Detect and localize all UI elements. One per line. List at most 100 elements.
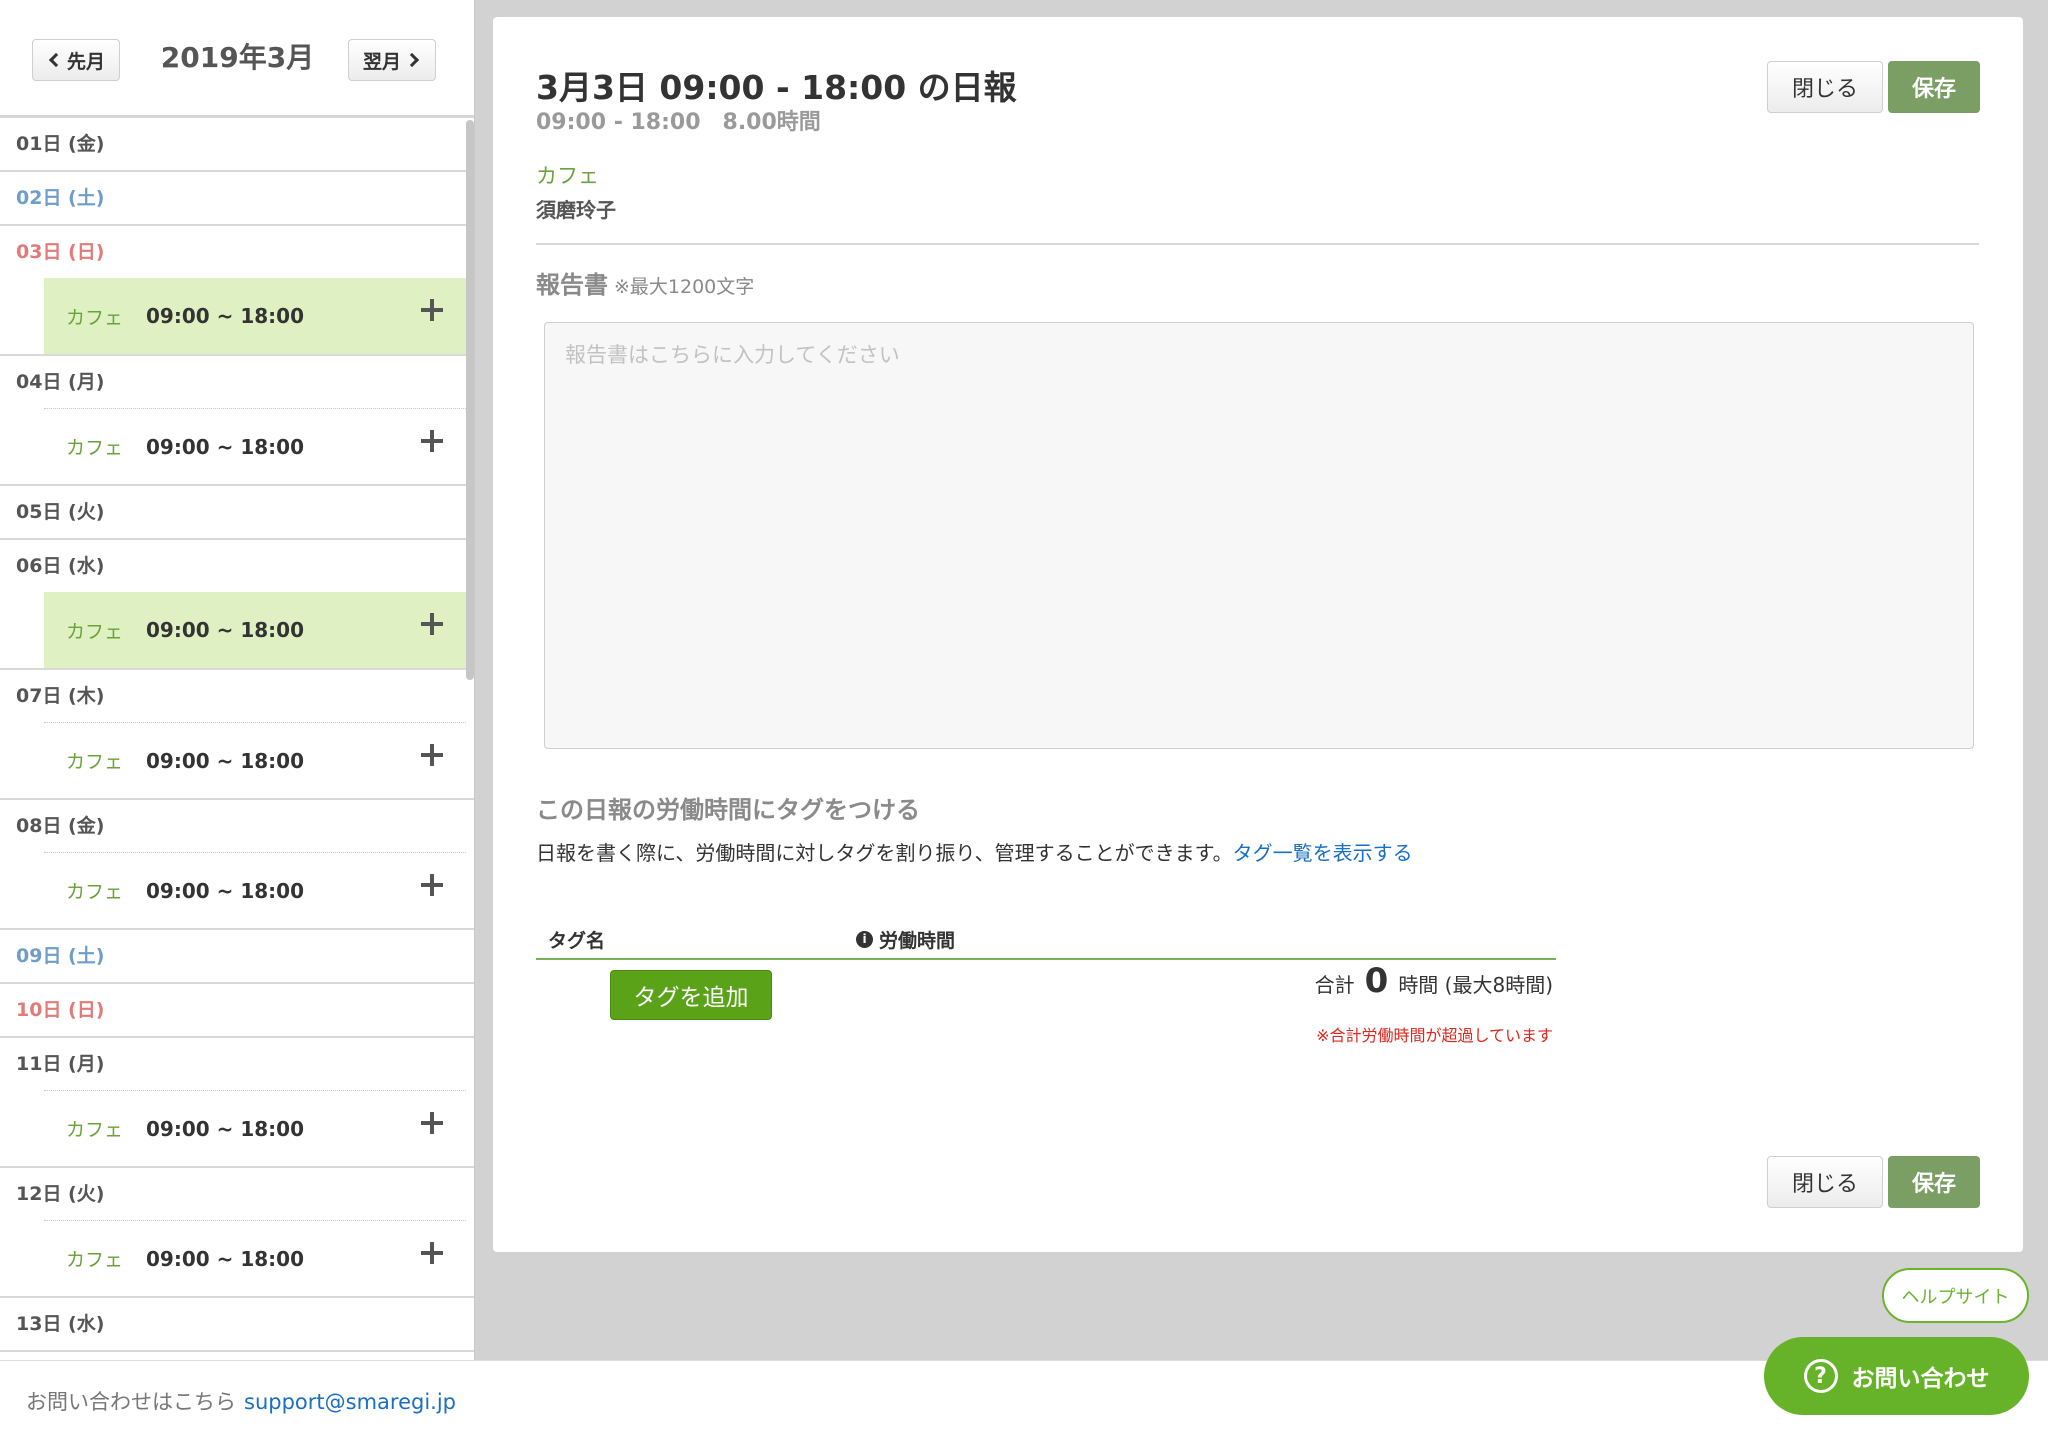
contact-button[interactable]: ? お問い合わせ	[1764, 1337, 2029, 1415]
shift-store: カフェ	[66, 1249, 124, 1271]
day-row: 05日 (火)	[0, 486, 474, 540]
shift-item[interactable]: カフェ 09:00 ~ 18:00	[44, 1220, 466, 1296]
report-label-text: 報告書	[536, 271, 608, 299]
shift-item[interactable]: カフェ 09:00 ~ 18:00	[44, 592, 466, 668]
working-hours-column-label: 労働時間	[879, 930, 956, 952]
close-button-bottom[interactable]: 閉じる	[1767, 1156, 1883, 1208]
prev-month-label: 先月	[67, 50, 106, 73]
shift-item[interactable]: カフェ 09:00 ~ 18:00	[44, 1090, 466, 1166]
shift-time: 09:00 ~ 18:00	[146, 618, 305, 642]
tag-description-text: 日報を書く際に、労働時間に対しタグを割り振り、管理することができます。	[536, 841, 1233, 865]
day-label: 03日 (日)	[16, 241, 105, 263]
day-label: 12日 (火)	[16, 1183, 105, 1205]
question-icon: ?	[1803, 1359, 1838, 1393]
save-button-top[interactable]: 保存	[1888, 61, 1980, 113]
day-row: 01日 (金)	[0, 118, 474, 172]
day-label: 09日 (土)	[16, 945, 105, 967]
save-button-bottom[interactable]: 保存	[1888, 1156, 1980, 1208]
tag-table-header: タグ名 i 労働時間	[536, 914, 1556, 960]
day-label: 11日 (月)	[16, 1053, 105, 1075]
day-row: 03日 (日) カフェ 09:00 ~ 18:00	[0, 226, 474, 356]
total-value: 0	[1364, 961, 1389, 1001]
help-site-button[interactable]: ヘルプサイト	[1882, 1268, 2029, 1323]
next-month-label: 翌月	[363, 50, 402, 73]
close-button-top[interactable]: 閉じる	[1767, 61, 1883, 113]
calendar-sidebar: 先月 2019年3月 翌月 01日 (金) 02日 (土) 03日 (日) カフェ 09…	[0, 0, 475, 1360]
plus-icon[interactable]	[420, 743, 444, 767]
shift-time: 09:00 ~ 18:00	[146, 1246, 305, 1271]
day-row: 08日 (金) カフェ 09:00 ~ 18:00	[0, 800, 474, 930]
day-label: 10日 (日)	[16, 999, 105, 1021]
support-email-link[interactable]: support@smaregi.jp	[244, 1390, 456, 1414]
day-label: 07日 (木)	[16, 685, 105, 707]
day-row: 13日 (水)	[0, 1298, 474, 1352]
day-row: 12日 (火) カフェ 09:00 ~ 18:00	[0, 1168, 474, 1298]
total-unit: 時間 (最大8時間)	[1398, 973, 1553, 997]
day-row: 10日 (日)	[0, 984, 474, 1038]
next-month-button[interactable]: 翌月	[348, 39, 437, 81]
plus-icon[interactable]	[420, 429, 444, 453]
footer: お問い合わせはこちら support@smaregi.jp	[0, 1360, 2048, 1429]
footer-contact-label: お問い合わせはこちら	[26, 1390, 236, 1414]
contact-label: お問い合わせ	[1851, 1366, 1990, 1392]
store-name: カフェ	[536, 164, 599, 188]
day-row: 07日 (木) カフェ 09:00 ~ 18:00	[0, 670, 474, 800]
day-label: 04日 (月)	[16, 371, 105, 393]
shift-store: カフェ	[66, 751, 124, 773]
total-label: 合計	[1314, 973, 1355, 997]
shift-time: 09:00 ~ 18:00	[146, 304, 305, 328]
shift-item[interactable]: カフェ 09:00 ~ 18:00	[44, 722, 466, 798]
report-time-summary: 09:00 - 18:00 8.00時間	[536, 110, 821, 135]
day-row: 09日 (土)	[0, 930, 474, 984]
report-char-limit-note: ※最大1200文字	[614, 276, 755, 298]
working-hours-column: i 労働時間	[856, 926, 955, 953]
plus-icon[interactable]	[420, 1111, 444, 1135]
shift-time: 09:00 ~ 18:00	[146, 878, 305, 903]
day-row: 06日 (水) カフェ 09:00 ~ 18:00	[0, 540, 474, 670]
tag-section-heading: この日報の労働時間にタグをつける	[536, 796, 920, 824]
prev-month-button[interactable]: 先月	[32, 39, 121, 81]
footer-contact-text: お問い合わせはこちら support@smaregi.jp	[26, 1386, 456, 1416]
day-row: 11日 (月) カフェ 09:00 ~ 18:00	[0, 1038, 474, 1168]
divider	[536, 243, 1979, 245]
chevron-right-icon	[404, 52, 420, 68]
day-row: 04日 (月) カフェ 09:00 ~ 18:00	[0, 356, 474, 486]
tag-section-description: 日報を書く際に、労働時間に対しタグを割り振り、管理することができます。タグ一覧を…	[536, 837, 1413, 866]
day-label: 06日 (水)	[16, 555, 105, 577]
shift-time: 09:00 ~ 18:00	[146, 434, 305, 459]
month-title: 2019年3月	[160, 41, 315, 74]
staff-name: 須磨玲子	[536, 198, 616, 222]
tag-list-link[interactable]: タグ一覧を表示する	[1233, 841, 1413, 865]
shift-store: カフェ	[66, 620, 124, 643]
tag-name-column: タグ名	[548, 930, 606, 952]
month-navigation: 先月 2019年3月 翌月	[0, 0, 474, 118]
total-hours: 合計 0 時間 (最大8時間)	[1293, 961, 1553, 1001]
shift-time: 09:00 ~ 18:00	[146, 1116, 305, 1141]
shift-item[interactable]: カフェ 09:00 ~ 18:00	[44, 408, 466, 484]
day-row: 02日 (土)	[0, 172, 474, 226]
plus-icon[interactable]	[420, 612, 444, 636]
plus-icon[interactable]	[420, 298, 444, 322]
add-tag-button[interactable]: タグを追加	[610, 970, 772, 1020]
day-list: 01日 (金) 02日 (土) 03日 (日) カフェ 09:00 ~ 18:00 04日…	[0, 118, 474, 1352]
day-label: 02日 (土)	[16, 187, 105, 209]
chevron-left-icon	[48, 52, 64, 68]
report-title: 3月3日 09:00 - 18:00 の日報	[536, 68, 1017, 107]
sidebar-scrollbar[interactable]	[466, 120, 474, 680]
shift-store: カフェ	[66, 306, 124, 329]
shift-store: カフェ	[66, 1119, 124, 1141]
info-icon[interactable]: i	[856, 931, 873, 948]
day-label: 08日 (金)	[16, 815, 105, 837]
shift-store: カフェ	[66, 881, 124, 903]
shift-store: カフェ	[66, 437, 124, 459]
daily-report-panel: 3月3日 09:00 - 18:00 の日報 09:00 - 18:00 8.0…	[493, 17, 2023, 1252]
shift-time: 09:00 ~ 18:00	[146, 748, 305, 773]
report-label: 報告書 ※最大1200文字	[536, 265, 754, 300]
plus-icon[interactable]	[420, 873, 444, 897]
report-textarea[interactable]	[544, 322, 1974, 749]
shift-item[interactable]: カフェ 09:00 ~ 18:00	[44, 278, 466, 354]
plus-icon[interactable]	[420, 1241, 444, 1265]
day-label: 13日 (水)	[16, 1313, 105, 1335]
shift-item[interactable]: カフェ 09:00 ~ 18:00	[44, 852, 466, 928]
day-label: 01日 (金)	[16, 133, 105, 155]
